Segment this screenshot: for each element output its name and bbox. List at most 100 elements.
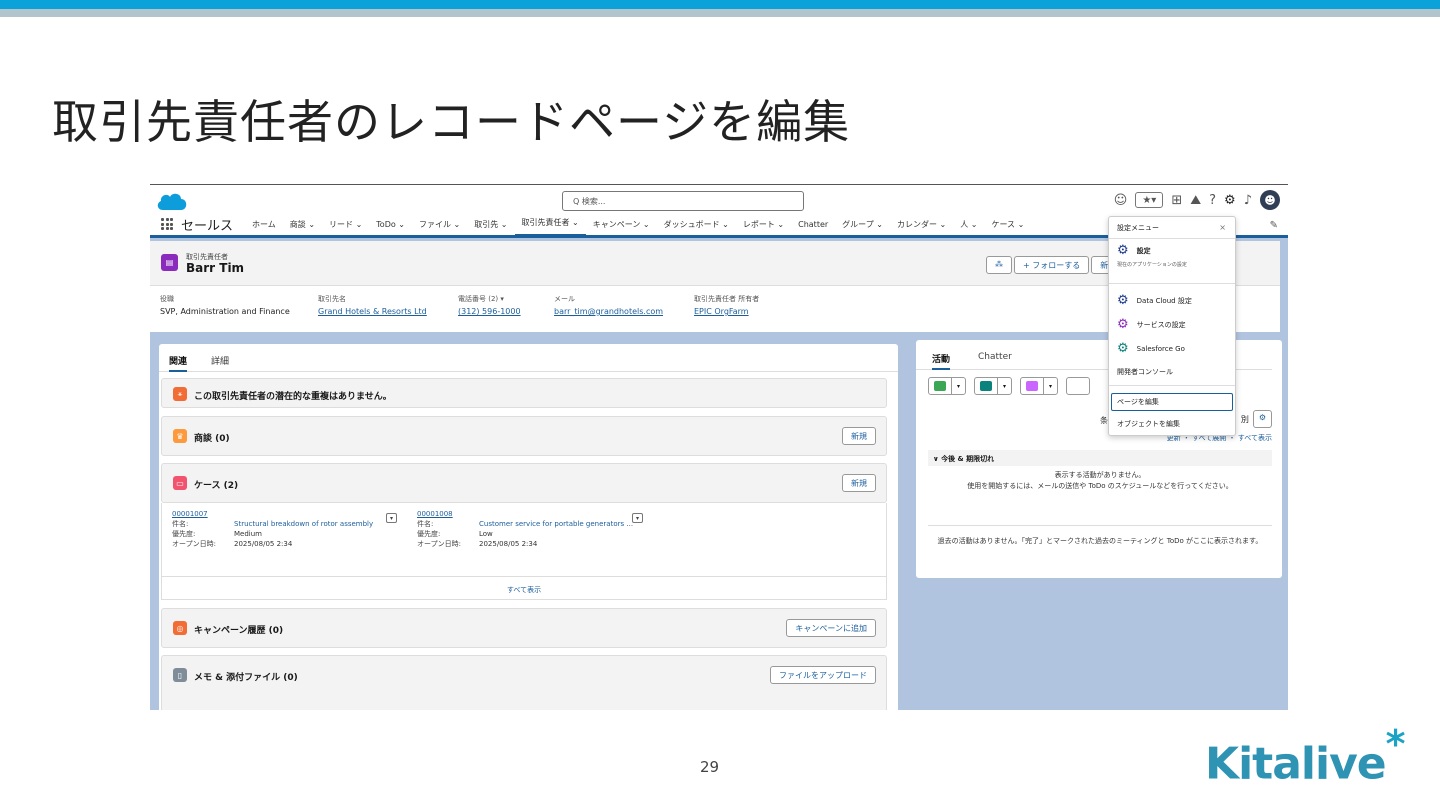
- case-menu-button[interactable]: ▾: [632, 513, 643, 523]
- edit-nav-icon[interactable]: ✎: [1270, 220, 1278, 231]
- opportunity-icon: ♛: [173, 429, 187, 443]
- case-menu-button[interactable]: ▾: [386, 513, 397, 523]
- record-name: Barr Tim: [186, 261, 245, 275]
- plus-icon[interactable]: ⊞: [1171, 193, 1182, 208]
- menu-divider: [1109, 283, 1235, 284]
- nav-item[interactable]: 人 ⌄: [953, 212, 984, 237]
- opps-title[interactable]: 商談 (0): [194, 431, 230, 444]
- favorites-icon[interactable]: ★▾: [1135, 192, 1164, 208]
- highlight-field: 電話番号 (2) ▾ (312) 596-1000: [448, 286, 544, 332]
- highlight-field: 役職 SVP, Administration and Finance: [150, 286, 308, 332]
- nav-item[interactable]: 取引先 ⌄: [467, 212, 514, 237]
- menu-edit-object[interactable]: オブジェクトを編集: [1117, 419, 1180, 429]
- tab-related[interactable]: 関連: [169, 354, 188, 372]
- notes-card: ▯ メモ & 添付ファイル (0) ファイルをアップロード: [161, 655, 887, 710]
- org-chart-button[interactable]: ⁂: [986, 256, 1012, 274]
- cases-card: ▭ ケース (2) 新規: [161, 463, 887, 503]
- salesforce-screenshot: Q 検索... ☺ ★▾ ⊞ ⛰ ? ⚙ ♪ ☻ セールス ホーム 商談 ⌄ リード…: [150, 184, 1288, 710]
- nav-item[interactable]: 取引先責任者 ⌄: [514, 211, 586, 237]
- nav-item[interactable]: ケース ⌄: [984, 212, 1031, 237]
- filter-gear-icon[interactable]: ⚙: [1252, 410, 1272, 428]
- menu-dev-console[interactable]: 開発者コンソール: [1117, 367, 1173, 377]
- tab-activity[interactable]: 活動: [932, 352, 951, 370]
- kitalive-logo: Kitalive*: [1205, 722, 1405, 790]
- salesforce-logo-icon[interactable]: [155, 190, 189, 212]
- email-button[interactable]: [1066, 377, 1090, 395]
- nav-item[interactable]: ダッシュボード ⌄: [657, 212, 736, 237]
- highlight-field: 取引先名 Grand Hotels & Resorts Ltd: [308, 286, 448, 332]
- follow-button[interactable]: + フォローする: [1014, 256, 1090, 274]
- app-launcher-icon[interactable]: [161, 218, 173, 230]
- cases-show-all[interactable]: すべて表示: [161, 576, 887, 600]
- menu-edit-page[interactable]: ページを編集: [1111, 393, 1233, 411]
- global-search-input[interactable]: Q 検索...: [562, 191, 804, 211]
- contact-icon: ▤: [161, 254, 178, 271]
- gear-icon: ⚙: [1117, 243, 1129, 258]
- gear-icon[interactable]: ⚙: [1224, 193, 1236, 208]
- case-number[interactable]: 00001008: [417, 509, 633, 519]
- field-value: SVP, Administration and Finance: [160, 307, 290, 316]
- field-label: 電話番号 (2) ▾: [458, 295, 504, 303]
- nav-item[interactable]: カレンダー ⌄: [890, 212, 953, 237]
- notes-title[interactable]: メモ & 添付ファイル (0): [194, 670, 298, 683]
- campaign-card: ◎ キャンペーン履歴 (0) キャンペーンに追加: [161, 608, 887, 648]
- top-gray-band: [0, 9, 1440, 17]
- bell-icon[interactable]: ♪: [1244, 193, 1252, 208]
- upcoming-section[interactable]: ∨ 今後 & 期限切れ: [928, 450, 1272, 466]
- add-to-campaign-button[interactable]: キャンペーンに追加: [786, 619, 876, 637]
- field-label: メール: [554, 295, 575, 303]
- tab-chatter[interactable]: Chatter: [978, 352, 1012, 370]
- field-label: 取引先名: [318, 295, 346, 303]
- nav-item[interactable]: レポート ⌄: [736, 212, 791, 237]
- new-opportunity-button[interactable]: 新規: [842, 427, 876, 445]
- close-icon[interactable]: ×: [1219, 223, 1226, 232]
- field-value[interactable]: Grand Hotels & Resorts Ltd: [318, 307, 448, 316]
- menu-salesforce-go[interactable]: ⚙ Salesforce Go: [1117, 341, 1185, 356]
- menu-title: 設定メニュー: [1109, 217, 1235, 239]
- field-value[interactable]: (312) 596-1000: [458, 307, 544, 316]
- case-icon: ▭: [173, 476, 187, 490]
- menu-service-setup[interactable]: ⚙ サービスの設定: [1117, 317, 1186, 332]
- nav-item[interactable]: ホーム: [245, 212, 283, 237]
- duplicates-card: ⚹ この取引先責任者の潜在的な重複はありません。: [161, 378, 887, 408]
- highlight-field: 取引先責任者 所有者 EPIC OrgFarm: [684, 286, 844, 332]
- app-name: セールス: [181, 218, 234, 234]
- upload-files-button[interactable]: ファイルをアップロード: [770, 666, 876, 684]
- dup-message: この取引先責任者の潜在的な重複はありません。: [194, 392, 392, 402]
- new-event-button[interactable]: ▾: [1020, 377, 1058, 395]
- field-value[interactable]: EPIC OrgFarm: [694, 307, 844, 316]
- menu-data-cloud[interactable]: ⚙ Data Cloud 設定: [1117, 293, 1192, 308]
- nav-item[interactable]: Chatter: [791, 212, 835, 237]
- record-actions: ⁂ + フォローする 新: [986, 256, 1118, 274]
- gear-icon: ⚙: [1117, 341, 1129, 356]
- field-value[interactable]: barr_tim@grandhotels.com: [554, 307, 684, 316]
- tab-detail[interactable]: 詳細: [211, 354, 229, 372]
- cases-title[interactable]: ケース (2): [194, 478, 238, 491]
- trailhead-icon[interactable]: ⛰: [1190, 193, 1201, 208]
- log-call-button[interactable]: ▾: [974, 377, 1012, 395]
- nav-item[interactable]: グループ ⌄: [835, 212, 890, 237]
- activity-empty: 表示する活動がありません。 使用を開始するには、メールの送信や ToDo のスケ…: [967, 471, 1233, 490]
- nav-item[interactable]: ToDo ⌄: [369, 212, 412, 237]
- activity-filter: 別 ⚙: [1241, 410, 1272, 428]
- avatar-icon[interactable]: ☻: [1260, 190, 1280, 210]
- global-header: Q 検索... ☺ ★▾ ⊞ ⛰ ? ⚙ ♪ ☻: [150, 184, 1288, 213]
- setup-menu: 設定メニュー × ⚙ 設定 現在のアプリケーションの設定 ⚙ Data Cloud …: [1108, 216, 1236, 436]
- opportunities-card: ♛ 商談 (0) 新規: [161, 416, 887, 456]
- nav-item[interactable]: ファイル ⌄: [412, 212, 467, 237]
- agent-icon[interactable]: ☺: [1114, 193, 1128, 208]
- new-case-button[interactable]: 新規: [842, 474, 876, 492]
- top-color-band: [0, 0, 1440, 9]
- help-icon[interactable]: ?: [1209, 193, 1216, 208]
- nav-item[interactable]: キャンペーン ⌄: [586, 212, 657, 237]
- slide-title: 取引先責任者のレコードページを編集: [52, 95, 851, 149]
- menu-setup[interactable]: ⚙ 設定: [1117, 243, 1151, 258]
- case-number[interactable]: 00001007: [172, 509, 373, 519]
- page-number: 29: [700, 758, 720, 776]
- nav-item[interactable]: リード ⌄: [322, 212, 369, 237]
- new-task-button[interactable]: ▾: [928, 377, 966, 395]
- cases-list: 00001007 件名: Structural breakdown of roto…: [161, 503, 887, 576]
- nav-item[interactable]: 商談 ⌄: [283, 212, 322, 237]
- header-icons: ☺ ★▾ ⊞ ⛰ ? ⚙ ♪ ☻: [1114, 190, 1280, 210]
- campaign-title[interactable]: キャンペーン履歴 (0): [194, 623, 283, 636]
